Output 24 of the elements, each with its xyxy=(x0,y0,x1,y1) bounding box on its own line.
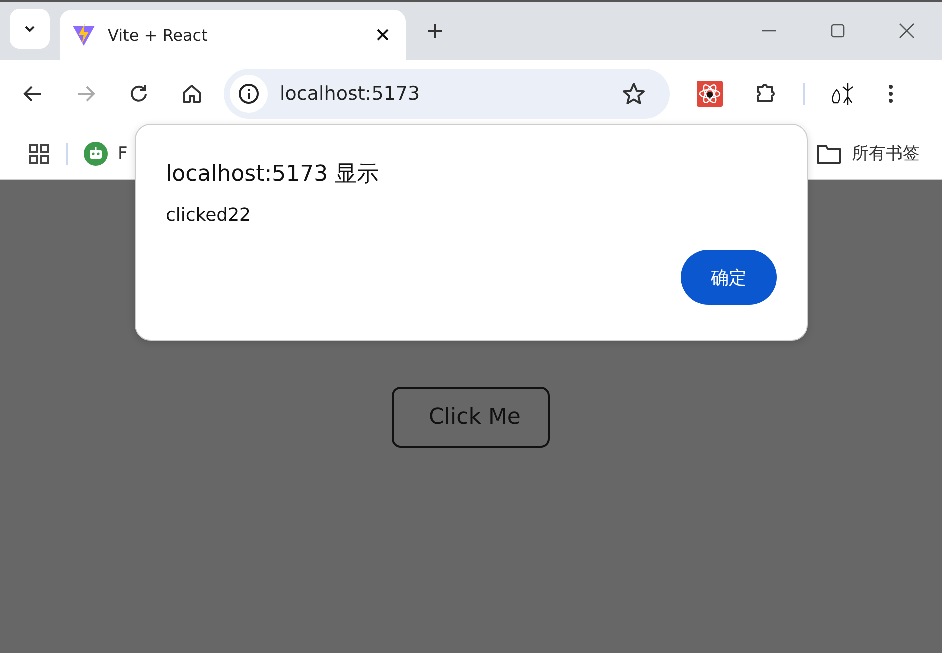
dialog-message: clicked22 xyxy=(166,205,252,226)
triangle-logo-icon xyxy=(72,23,96,47)
new-tab-icon[interactable] xyxy=(426,22,444,40)
atom-extension-icon[interactable] xyxy=(697,81,723,107)
all-bookmarks-button[interactable]: 所有书签 xyxy=(816,142,920,165)
close-icon[interactable] xyxy=(376,28,390,42)
sketch-extension-icon[interactable] xyxy=(830,81,856,107)
ok-button[interactable]: 确定 xyxy=(681,250,777,305)
tab-title: Vite + React xyxy=(108,26,209,44)
site-info-button[interactable] xyxy=(230,75,268,113)
robot-icon xyxy=(84,142,108,166)
browser-tab[interactable]: Vite + React xyxy=(60,10,406,60)
apps-grid-icon[interactable] xyxy=(28,142,50,164)
maximize-icon[interactable] xyxy=(829,22,847,40)
folder-icon xyxy=(816,142,842,164)
home-icon[interactable] xyxy=(181,83,203,105)
bookmark-star-icon[interactable] xyxy=(622,82,646,106)
reload-icon[interactable] xyxy=(128,83,150,105)
info-icon xyxy=(238,83,260,105)
dialog-title: localhost:5173 显示 xyxy=(166,161,380,189)
more-menu-icon[interactable] xyxy=(887,83,895,105)
url-text: localhost:5173 xyxy=(280,83,422,105)
bookmark-item[interactable]: F xyxy=(84,142,128,166)
address-bar[interactable]: localhost:5173 xyxy=(224,69,670,119)
